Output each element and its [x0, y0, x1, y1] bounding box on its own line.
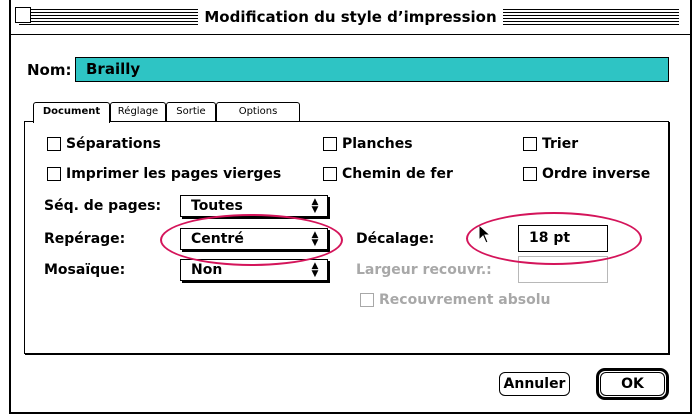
name-field[interactable]: Brailly — [75, 57, 669, 82]
offset-label: Décalage: — [356, 231, 435, 247]
tab-options[interactable]: Options — [216, 102, 300, 121]
ordre-inverse-checkbox[interactable] — [523, 167, 537, 181]
blank-pages-label: Imprimer les pages vierges — [66, 166, 282, 182]
blank-pages-checkbox[interactable] — [47, 167, 61, 181]
tab-reglage[interactable]: Réglage — [110, 102, 166, 121]
offset-highlight-ellipse — [466, 212, 642, 265]
chemin-de-fer-label: Chemin de fer — [342, 166, 453, 182]
up-down-arrows-icon: ▲ ▼ — [311, 261, 319, 279]
title-bar[interactable]: Modification du style d’impression — [11, 0, 690, 35]
cancel-button[interactable]: Annuler — [499, 372, 570, 396]
trier-label: Trier — [542, 136, 579, 152]
up-down-arrows-icon: ▲ ▼ — [311, 197, 319, 215]
page-sequence-label: Séq. de pages: — [44, 198, 162, 214]
separations-checkbox[interactable] — [47, 137, 61, 151]
planches-label: Planches — [342, 136, 413, 152]
recouvrement-absolu-checkbox[interactable] — [360, 293, 374, 307]
name-field-value: Brailly — [86, 60, 141, 78]
ordre-inverse-label: Ordre inverse — [542, 166, 651, 182]
planches-checkbox[interactable] — [323, 137, 337, 151]
window-title: Modification du style d’impression — [198, 8, 503, 26]
name-label: Nom: — [27, 61, 72, 79]
registration-highlight-ellipse — [160, 214, 343, 266]
tab-sortie[interactable]: Sortie — [166, 102, 216, 121]
trier-checkbox[interactable] — [523, 137, 537, 151]
tiling-value: Non — [191, 262, 223, 278]
page-sequence-value: Toutes — [191, 198, 243, 214]
chemin-de-fer-checkbox[interactable] — [323, 167, 337, 181]
tiling-label: Mosaïque: — [44, 262, 126, 278]
ok-button[interactable]: OK — [600, 372, 665, 396]
overlap-width-label: Largeur recouvr.: — [356, 262, 492, 278]
recouvrement-absolu-label: Recouvrement absolu — [379, 292, 551, 308]
separations-label: Séparations — [66, 136, 161, 152]
tab-document[interactable]: Document — [33, 102, 110, 123]
registration-label: Repérage: — [44, 231, 126, 247]
